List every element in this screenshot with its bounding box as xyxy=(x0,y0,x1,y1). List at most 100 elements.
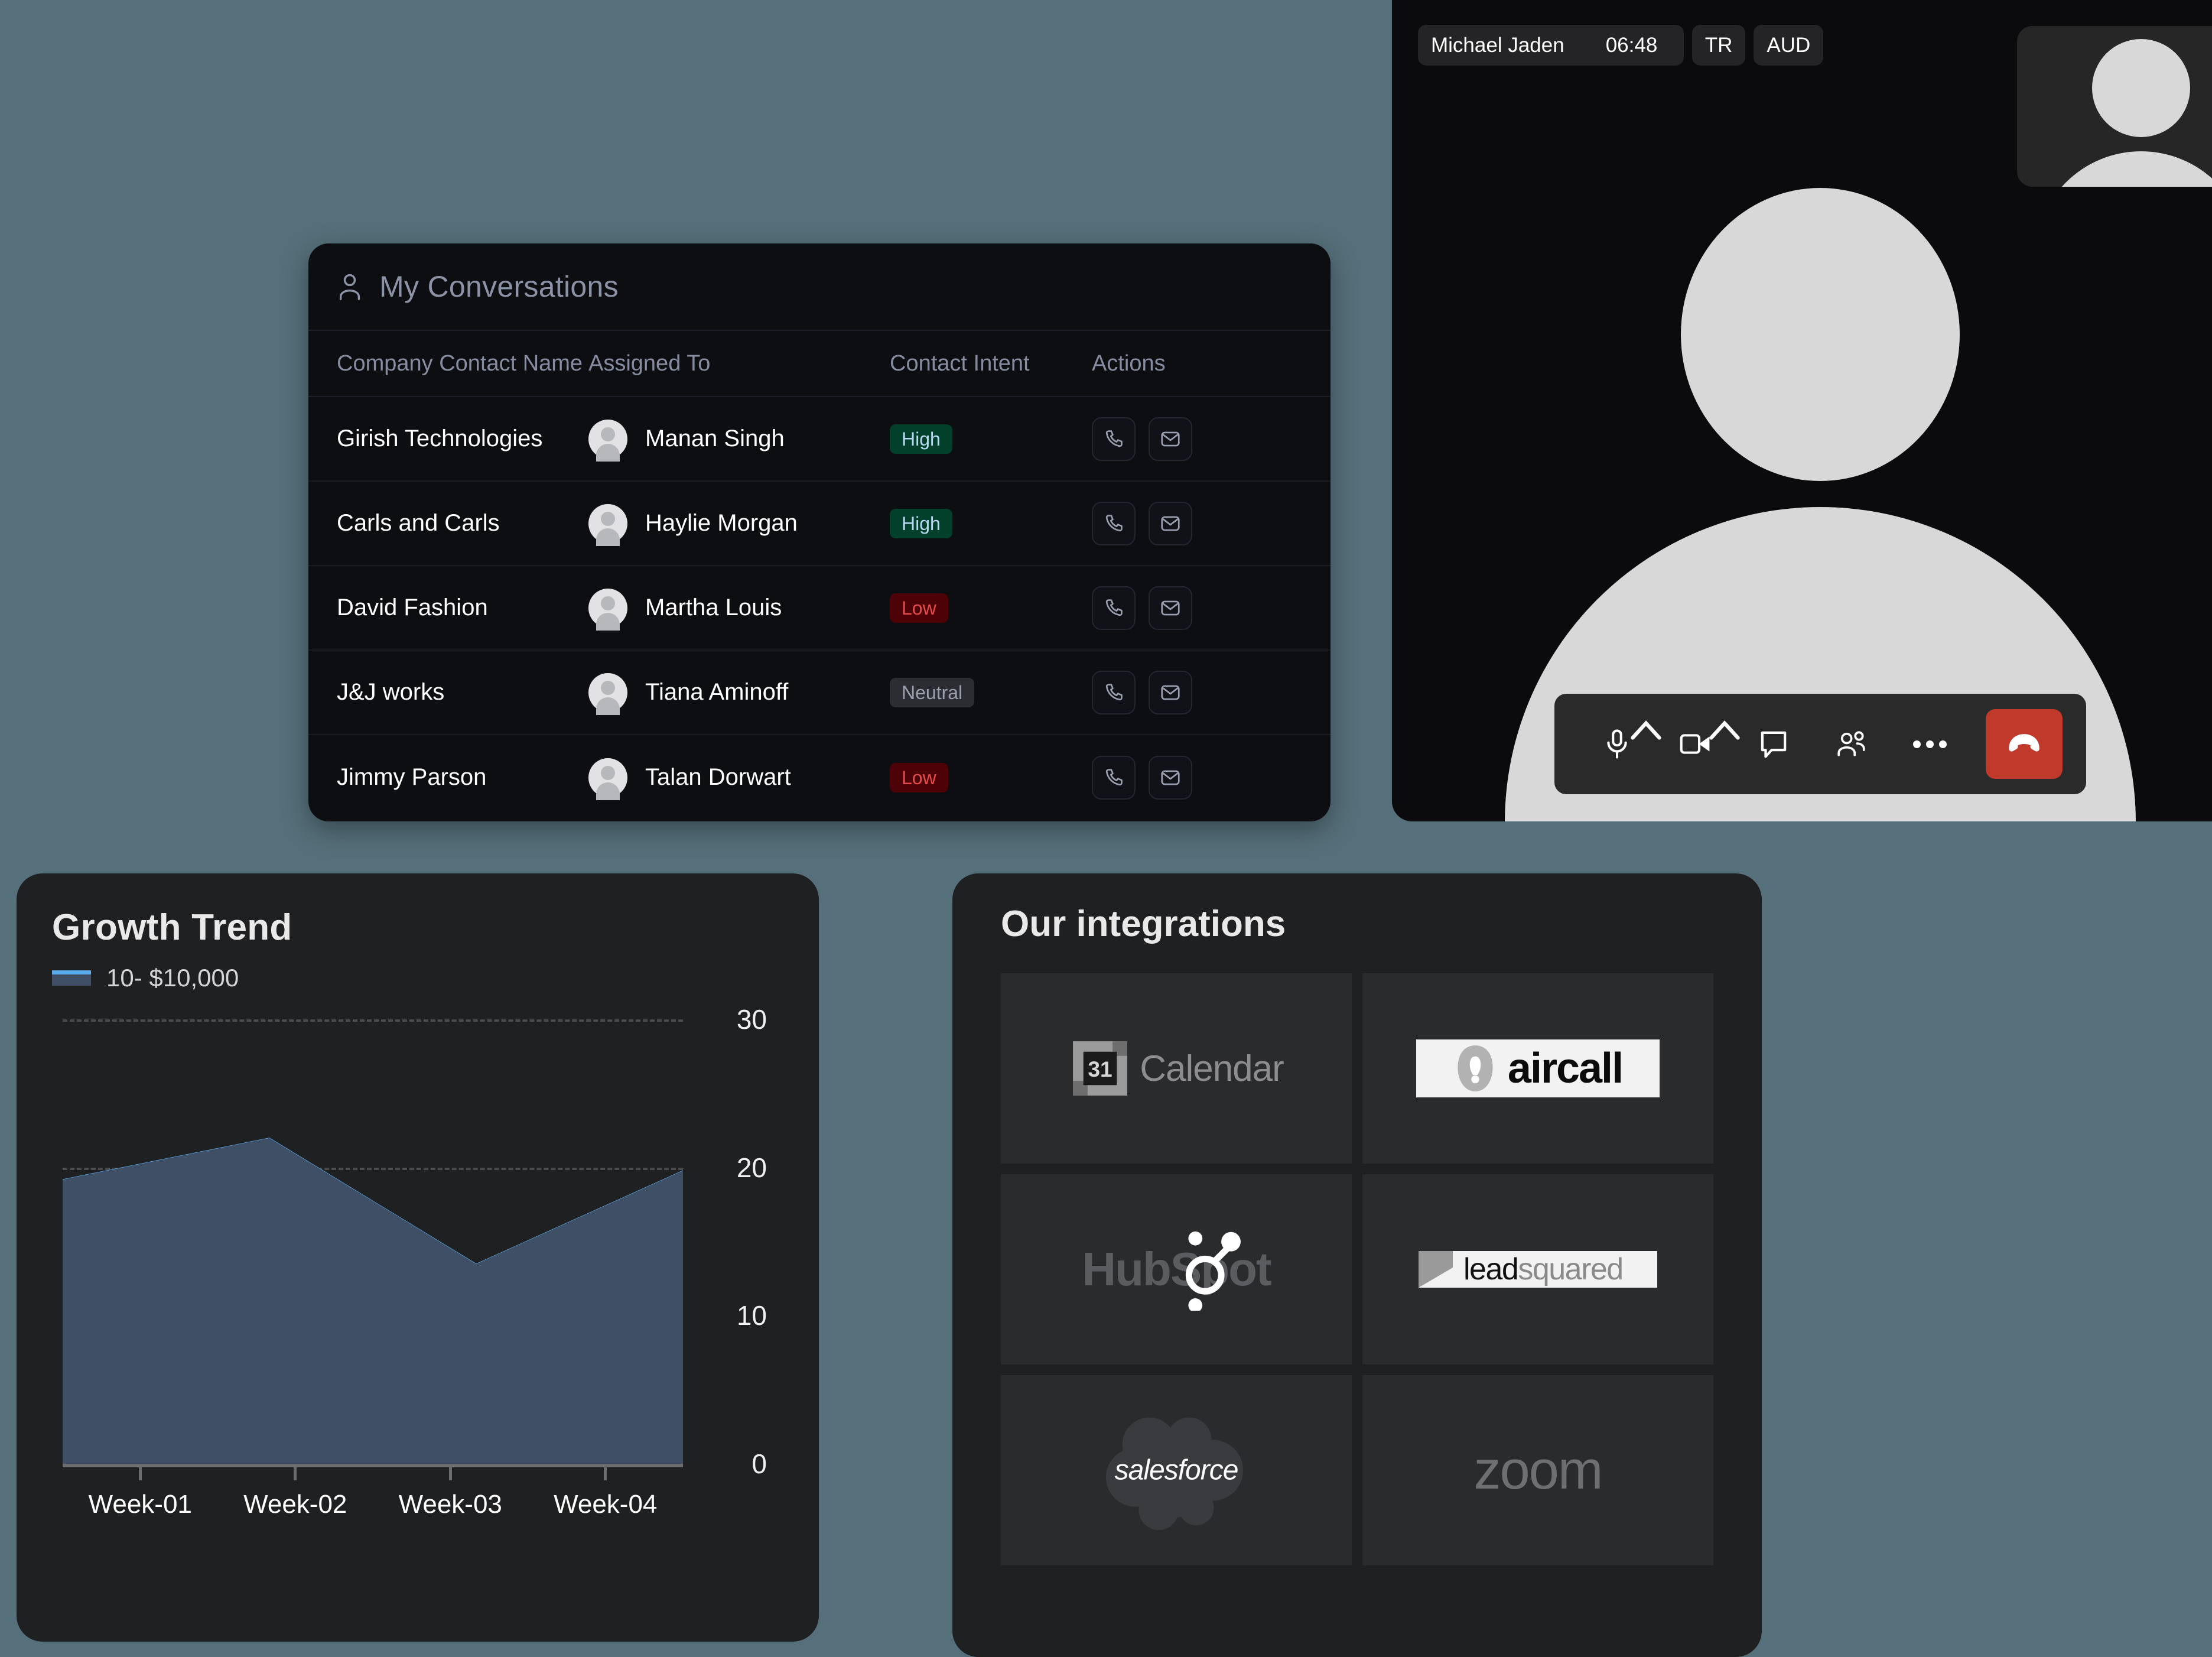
column-header-company: Company Contact Name xyxy=(337,350,583,376)
leadsquared-label-light: squared xyxy=(1518,1252,1624,1286)
leadsquared-mark-icon xyxy=(1419,1251,1453,1288)
cell-contact-intent: Neutral xyxy=(890,677,1092,707)
cell-assigned-to: Tiana Aminoff xyxy=(588,672,890,712)
cell-company-name: Girish Technologies xyxy=(337,425,543,451)
phone-icon xyxy=(1105,683,1123,700)
integrations-card: Our integrations 31 Calendar aircall Hub… xyxy=(952,873,1762,1657)
call-action-button[interactable] xyxy=(1092,501,1136,545)
email-action-button[interactable] xyxy=(1149,501,1192,545)
thumbnail-avatar-head xyxy=(2092,39,2190,137)
legend-swatch xyxy=(52,970,91,986)
end-call-button[interactable] xyxy=(1986,709,2063,779)
x-axis-tick-label: Week-01 xyxy=(88,1490,192,1519)
table-row[interactable]: Carls and Carls Haylie Morgan High xyxy=(308,482,1331,566)
more-options-button[interactable] xyxy=(1891,694,1969,794)
email-action-button[interactable] xyxy=(1149,417,1192,461)
cell-company-name: J&J works xyxy=(337,679,445,705)
participants-button[interactable] xyxy=(1813,694,1891,794)
table-row[interactable]: J&J works Tiana Aminoff Neutral xyxy=(308,651,1331,735)
status-badge: Low xyxy=(890,762,948,792)
cell-actions xyxy=(1092,586,1305,630)
x-axis-tick-label: Week-03 xyxy=(398,1490,502,1519)
integration-tile-zoom[interactable]: zoom xyxy=(1362,1375,1713,1565)
status-badge: Low xyxy=(890,593,948,623)
cell-contact-intent: High xyxy=(890,508,1092,538)
integration-tile-hubspot[interactable]: HubSpot xyxy=(1001,1174,1352,1364)
x-axis-tick xyxy=(373,1467,528,1480)
salesforce-logo: salesforce xyxy=(1100,1409,1253,1532)
participants-icon xyxy=(1837,731,1866,756)
x-axis-tick-label: Week-04 xyxy=(554,1490,658,1519)
assignee-name: Tiana Aminoff xyxy=(645,679,789,705)
chart-area-fill xyxy=(63,1138,683,1464)
chart-x-labels: Week-01 Week-02 Week-03 Week-04 xyxy=(63,1490,683,1519)
table-row[interactable]: David Fashion Martha Louis Low xyxy=(308,566,1331,651)
call-action-button[interactable] xyxy=(1092,755,1136,800)
chat-button[interactable] xyxy=(1735,694,1813,794)
integrations-title: Our integrations xyxy=(1001,904,1286,944)
integration-tile-salesforce[interactable]: salesforce xyxy=(1001,1375,1352,1565)
assignee-name: Haylie Morgan xyxy=(645,510,798,536)
avatar xyxy=(588,503,627,543)
participant-name: Michael Jaden xyxy=(1431,34,1564,57)
y-axis-tick-label: 30 xyxy=(736,1004,767,1035)
column-header-actions: Actions xyxy=(1092,350,1166,376)
camera-button[interactable] xyxy=(1656,694,1740,794)
zoom-label: zoom xyxy=(1473,1440,1603,1500)
table-row[interactable]: Girish Technologies Manan Singh High xyxy=(308,397,1331,482)
phone-icon xyxy=(1105,430,1123,447)
svg-text:31: 31 xyxy=(1088,1057,1112,1081)
participant-pill: Michael Jaden 06:48 xyxy=(1418,25,1684,66)
chart-area-series xyxy=(63,1019,683,1464)
cell-assigned-to: Haylie Morgan xyxy=(588,503,890,543)
badge-tr[interactable]: TR xyxy=(1691,25,1746,66)
email-action-button[interactable] xyxy=(1149,670,1192,714)
cell-assigned-to: Talan Dorwart xyxy=(588,758,890,797)
email-action-button[interactable] xyxy=(1149,755,1192,800)
avatar xyxy=(588,588,627,628)
cell-actions xyxy=(1092,417,1305,461)
avatar xyxy=(588,419,627,459)
self-view-thumbnail[interactable] xyxy=(2017,26,2212,187)
microphone-icon xyxy=(1607,729,1627,759)
cell-contact-intent: High xyxy=(890,424,1092,454)
call-action-button[interactable] xyxy=(1092,670,1136,714)
person-icon xyxy=(339,274,360,300)
mail-icon xyxy=(1161,600,1180,615)
x-axis-tick xyxy=(218,1467,373,1480)
chart-title: Growth Trend xyxy=(52,907,292,948)
legend-label: 10- $10,000 xyxy=(106,964,239,992)
conversations-title: My Conversations xyxy=(379,270,619,303)
integration-tile-leadsquared[interactable]: leadsquared xyxy=(1362,1174,1713,1364)
camera-icon xyxy=(1680,734,1710,754)
badge-aud[interactable]: AUD xyxy=(1754,25,1824,66)
status-badge: Neutral xyxy=(890,677,975,707)
y-axis-tick-label: 20 xyxy=(736,1152,767,1183)
google-calendar-logo: 31 Calendar xyxy=(1069,1037,1284,1100)
growth-trend-card: Growth Trend 10- $10,000 0 10 20 30 Week-01… xyxy=(17,873,819,1642)
cell-actions xyxy=(1092,670,1305,714)
conversations-header: My Conversations xyxy=(308,243,1331,331)
call-action-button[interactable] xyxy=(1092,586,1136,630)
leadsquared-logo: leadsquared xyxy=(1419,1251,1657,1288)
aircall-label: aircall xyxy=(1507,1045,1624,1092)
column-header-assigned: Assigned To xyxy=(588,350,711,376)
table-row[interactable]: Jimmy Parson Talan Dorwart Low xyxy=(308,735,1331,820)
cell-assigned-to: Manan Singh xyxy=(588,419,890,459)
call-action-button[interactable] xyxy=(1092,417,1136,461)
integration-tile-google-calendar[interactable]: 31 Calendar xyxy=(1001,973,1352,1164)
more-options-icon xyxy=(1913,740,1947,748)
cell-contact-intent: Low xyxy=(890,762,1092,792)
chart-canvas xyxy=(63,1019,683,1464)
microphone-button[interactable] xyxy=(1578,694,1661,794)
hubspot-logo: HubSpot xyxy=(1082,1231,1272,1311)
assignee-name: Manan Singh xyxy=(645,425,785,451)
avatar xyxy=(588,672,627,712)
calendar-label: Calendar xyxy=(1140,1048,1284,1089)
x-axis-tick-label: Week-02 xyxy=(243,1490,347,1519)
email-action-button[interactable] xyxy=(1149,586,1192,630)
chart-x-ticks xyxy=(63,1467,683,1480)
integration-tile-aircall[interactable]: aircall xyxy=(1362,973,1713,1164)
leadsquared-label: leadsquared xyxy=(1463,1252,1624,1287)
cell-actions xyxy=(1092,501,1305,545)
